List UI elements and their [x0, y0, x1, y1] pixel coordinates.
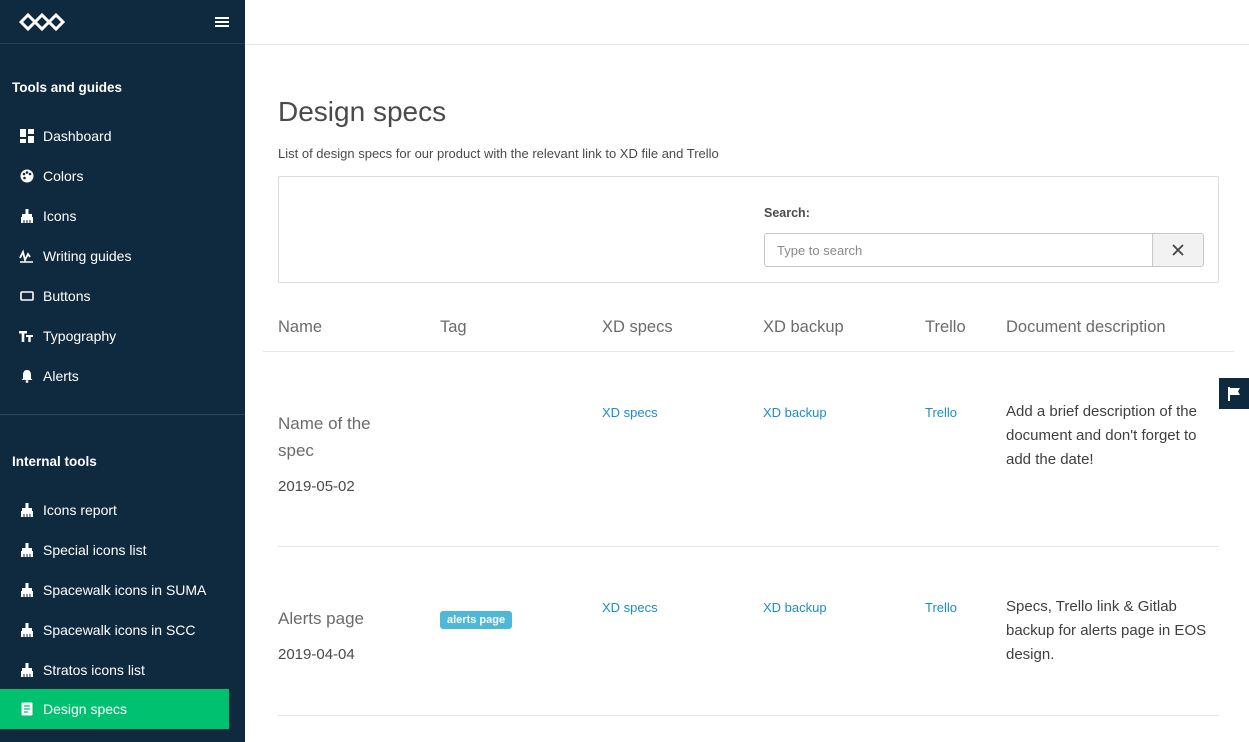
spec-description: Specs, Trello link & Gitlab backup for a…: [1006, 598, 1207, 663]
xd-specs-link[interactable]: XD specs: [602, 600, 658, 615]
table-header-divider: [263, 351, 1234, 352]
sidebar-divider: [0, 414, 245, 415]
tag-badge[interactable]: alerts page: [440, 611, 513, 629]
hamburger-menu-icon[interactable]: [215, 16, 229, 28]
search-input[interactable]: [764, 233, 1153, 267]
sidebar-item-label: Stratos icons list: [43, 662, 145, 678]
sidebar-item-typography[interactable]: Typography: [0, 316, 229, 356]
sidebar-item-label: Design specs: [43, 701, 128, 717]
sidebar-item-buttons[interactable]: Buttons: [0, 276, 229, 316]
page-title: Design specs: [278, 96, 447, 127]
sidebar-item-icons[interactable]: Icons: [0, 196, 229, 236]
document-icon: [19, 702, 34, 717]
close-icon: [1172, 244, 1184, 256]
flag-icon: [1227, 386, 1240, 401]
brush-icon: [19, 208, 34, 224]
feedback-flag-button[interactable]: [1219, 378, 1249, 409]
trello-link[interactable]: Trello: [925, 600, 957, 615]
brush-icon: [19, 542, 34, 558]
search-panel: Search:: [278, 176, 1219, 283]
column-header-description[interactable]: Document description: [1006, 318, 1166, 337]
bell-icon: [19, 369, 34, 384]
clear-search-button[interactable]: [1152, 233, 1204, 267]
search-label: Search:: [764, 206, 810, 220]
section-title-internal: Internal tools: [12, 454, 97, 469]
button-icon: [19, 289, 34, 304]
column-header-trello[interactable]: Trello: [925, 318, 966, 337]
brush-icon: [19, 582, 34, 598]
brush-icon: [19, 622, 34, 638]
xd-specs-link[interactable]: XD specs: [602, 405, 658, 420]
sidebar-item-spacewalk-scc[interactable]: Spacewalk icons in SCC: [0, 610, 229, 650]
palette-icon: [19, 169, 34, 184]
page-subtitle: List of design specs for our product wit…: [278, 146, 719, 161]
sidebar-item-label: Spacewalk icons in SUMA: [43, 582, 207, 598]
sidebar-item-label: Spacewalk icons in SCC: [43, 622, 196, 638]
sidebar: Tools and guides Dashboard Colors Icons …: [0, 0, 245, 742]
sidebar-item-label: Buttons: [43, 288, 91, 304]
top-bar: [245, 0, 1249, 45]
brush-icon: [19, 662, 34, 678]
column-header-tag[interactable]: Tag: [440, 318, 467, 337]
spec-date: 2019-04-04: [278, 646, 355, 663]
sidebar-item-label: Alerts: [43, 368, 79, 384]
column-header-name[interactable]: Name: [278, 318, 322, 337]
sidebar-item-label: Colors: [43, 168, 84, 184]
sidebar-item-label: Icons: [43, 208, 77, 224]
column-header-xd-backup[interactable]: XD backup: [763, 318, 844, 337]
sidebar-header: [0, 0, 245, 44]
sidebar-item-label: Special icons list: [43, 542, 147, 558]
sidebar-item-spacewalk-suma[interactable]: Spacewalk icons in SUMA: [0, 570, 229, 610]
section-title-tools: Tools and guides: [12, 80, 123, 95]
sidebar-item-special-icons-list[interactable]: Special icons list: [0, 530, 229, 570]
sidebar-item-label: Typography: [43, 328, 117, 344]
xd-backup-link[interactable]: XD backup: [763, 600, 827, 615]
spec-name: Alerts page: [278, 609, 364, 628]
sidebar-item-stratos-icons-list[interactable]: Stratos icons list: [0, 650, 229, 690]
brush-icon: [19, 502, 34, 518]
eos-logo-icon: [18, 12, 66, 31]
sidebar-item-alerts[interactable]: Alerts: [0, 356, 229, 396]
sidebar-item-label: Dashboard: [43, 128, 112, 144]
sidebar-item-label: Icons report: [43, 502, 117, 518]
xd-backup-link[interactable]: XD backup: [763, 405, 827, 420]
spec-description: Add a brief description of the document …: [1006, 403, 1197, 468]
row-divider: [278, 715, 1219, 716]
spec-date: 2019-05-02: [278, 478, 355, 495]
sidebar-item-colors[interactable]: Colors: [0, 156, 229, 196]
column-header-xd-specs[interactable]: XD specs: [602, 318, 673, 337]
sidebar-item-design-specs[interactable]: Design specs: [0, 689, 229, 729]
trello-link[interactable]: Trello: [925, 405, 957, 420]
sidebar-item-icons-report[interactable]: Icons report: [0, 490, 229, 530]
row-divider: [278, 546, 1219, 547]
signature-icon: [19, 248, 34, 264]
dashboard-icon: [19, 129, 34, 144]
eos-logo[interactable]: [18, 12, 66, 32]
sidebar-item-label: Writing guides: [43, 248, 132, 264]
spec-name: Name of the spec: [278, 414, 371, 460]
sidebar-item-dashboard[interactable]: Dashboard: [0, 116, 229, 156]
text-fields-icon: [19, 329, 34, 344]
sidebar-item-writing-guides[interactable]: Writing guides: [0, 236, 229, 276]
